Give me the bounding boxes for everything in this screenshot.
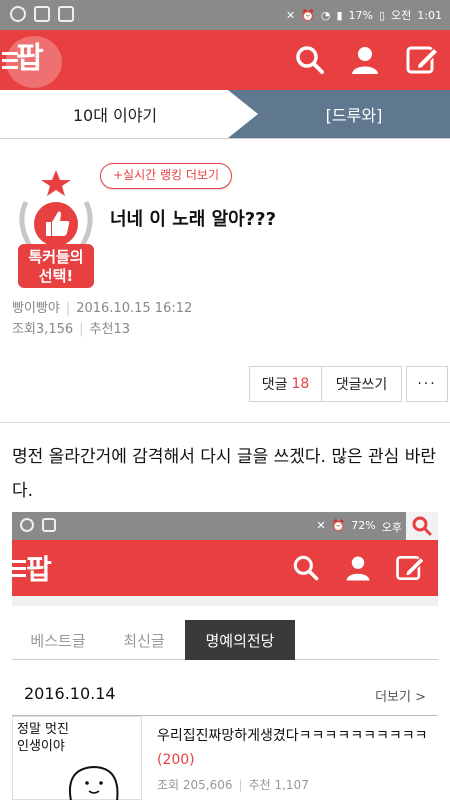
tabs-divider bbox=[0, 138, 450, 139]
embedded-menu-icon bbox=[12, 560, 26, 581]
recommend-count: 13 bbox=[113, 322, 130, 337]
embedded-thumbnail: 정말 멋진 인생이야 bbox=[12, 716, 142, 800]
embedded-search-corner bbox=[406, 512, 438, 540]
views-count: 3,156 bbox=[35, 322, 74, 337]
board-tabs: 10대 이야기 [드루와] bbox=[0, 90, 450, 138]
status-bar: ✕ ⏰ ◔ ▮ 17% ▯ 오전 1:01 bbox=[0, 0, 450, 30]
embedded-tab-hall-of-fame: 명예의전당 bbox=[185, 620, 295, 660]
badge-text-line2: 선택! bbox=[38, 267, 74, 285]
embedded-item-recommend: 추천 1,107 bbox=[248, 778, 309, 792]
talkers-choice-badge: 톡커들의 선택! bbox=[12, 168, 100, 292]
doodle-face-icon bbox=[69, 765, 119, 800]
embedded-item-meta: 조회 205,606 | 추천 1,107 bbox=[157, 778, 309, 792]
embedded-battery: 72% bbox=[351, 519, 376, 532]
realtime-ranking-button[interactable]: +실시간 랭킹 더보기 bbox=[100, 163, 233, 189]
post-meta-stats: 조회3,156 | 추천13 bbox=[12, 322, 130, 337]
section-divider bbox=[0, 422, 450, 423]
comments-count: 18 bbox=[291, 376, 310, 392]
tab-10s-story[interactable]: 10대 이야기 bbox=[0, 90, 260, 138]
search-icon bbox=[293, 555, 319, 581]
embedded-more-link: 더보기 > bbox=[375, 690, 426, 705]
search-button[interactable] bbox=[292, 42, 328, 78]
mute-icon: ✕ bbox=[285, 8, 296, 22]
embedded-logo: 팝 bbox=[26, 553, 52, 586]
embedded-user-button bbox=[342, 552, 374, 584]
embedded-alarm-icon: ⏰ bbox=[331, 519, 346, 532]
post-meta-author: 빵이빵야 | 2016.10.15 16:12 bbox=[12, 301, 193, 316]
wifi-icon: ◔ bbox=[320, 8, 331, 22]
embedded-date: 2016.10.14 bbox=[24, 684, 116, 703]
embedded-item-title: 우리집진짜망하게생겼다ㅋㅋㅋㅋㅋㅋㅋㅋㅋㅋ (200) bbox=[157, 724, 433, 772]
app-notification-icon bbox=[10, 6, 26, 22]
badge-text-line1: 톡커들의 bbox=[28, 248, 84, 266]
embedded-status-bar: ✕ ⏰ 72% 오후 bbox=[12, 512, 438, 540]
comments-label: 댓글 bbox=[261, 377, 288, 393]
embedded-tab-best: 베스트글 bbox=[30, 631, 86, 650]
write-comment-button[interactable]: 댓글쓰기 bbox=[322, 366, 402, 402]
embedded-tabs: 베스트글 최신글 명예의전당 bbox=[12, 620, 438, 660]
author-name[interactable]: 빵이빵야 bbox=[12, 301, 60, 316]
edit-icon bbox=[396, 556, 426, 580]
embedded-write-button bbox=[394, 552, 426, 584]
recommend-label: 추천 bbox=[89, 322, 114, 337]
embedded-image-icon bbox=[42, 518, 56, 532]
talk-notification-icon bbox=[34, 6, 50, 22]
embedded-item-comment-count: (200) bbox=[157, 752, 195, 768]
embedded-subbar bbox=[12, 596, 438, 606]
embedded-app-icon bbox=[20, 518, 34, 532]
embedded-tab-latest: 최신글 bbox=[123, 631, 165, 650]
embedded-screenshot: ✕ ⏰ 72% 오후 팝 베스트글 최신글 명예의전당 2016.10.14 더… bbox=[12, 512, 438, 800]
embedded-search-button bbox=[290, 552, 322, 584]
alarm-icon: ⏰ bbox=[301, 8, 315, 22]
post-title: 너네 이 노래 알아??? bbox=[110, 209, 277, 230]
app-header: 팝 bbox=[0, 30, 450, 90]
image-notification-icon bbox=[58, 6, 74, 22]
embedded-app-header: 팝 bbox=[12, 540, 438, 596]
signal-icon: ▮ bbox=[336, 8, 343, 22]
more-options-button[interactable]: ··· bbox=[406, 366, 448, 402]
profile-button[interactable] bbox=[347, 42, 383, 78]
edit-icon bbox=[406, 46, 440, 74]
clock: 1:01 bbox=[417, 8, 442, 22]
tab-deuruwa[interactable]: [드루와] bbox=[228, 90, 450, 138]
battery-icon: ▯ bbox=[378, 8, 386, 22]
logo-text: 팝 bbox=[16, 41, 44, 76]
embedded-item-views: 조회 205,606 bbox=[157, 778, 233, 792]
post-datetime: 2016.10.15 16:12 bbox=[76, 301, 193, 316]
user-icon bbox=[346, 556, 370, 581]
post-body-text: 명전 올라간거에 감격해서 다시 글을 쓰겠다. 많은 관심 바란다. bbox=[12, 447, 436, 501]
user-icon bbox=[352, 47, 378, 74]
write-button[interactable] bbox=[404, 42, 440, 78]
comment-actions: 댓글 18 댓글쓰기 ··· bbox=[249, 366, 448, 402]
time-period: 오전 bbox=[391, 9, 412, 22]
search-icon bbox=[412, 516, 432, 536]
embedded-mute-icon: ✕ bbox=[316, 519, 326, 532]
embedded-item-title-text: 우리집진짜망하게생겼다ㅋㅋㅋㅋㅋㅋㅋㅋㅋㅋ bbox=[157, 728, 428, 744]
app-logo[interactable]: 팝 bbox=[0, 32, 66, 90]
views-label: 조회 bbox=[12, 322, 36, 337]
battery-percent: 17% bbox=[348, 8, 373, 22]
search-icon bbox=[296, 46, 324, 74]
embedded-time: 오후 bbox=[381, 521, 402, 534]
comments-button[interactable]: 댓글 18 bbox=[249, 366, 322, 402]
